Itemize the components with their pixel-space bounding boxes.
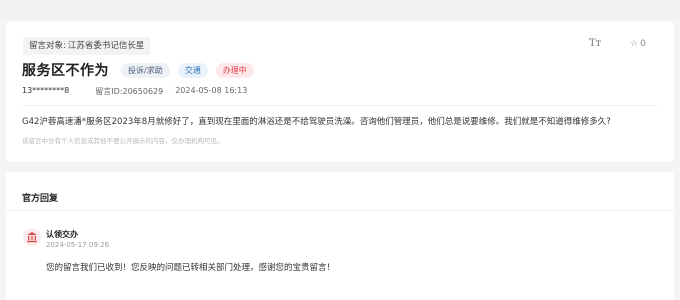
message-content: G42沪蓉高速潘*服务区2023年8月就修好了，直到现在里面的淋浴还是不给驾驶员… — [22, 117, 611, 127]
target-name: 江苏省委书记信长星 — [67, 41, 145, 51]
user-id: 13********8 — [22, 86, 70, 95]
message-title: 服务区不作为 — [22, 63, 109, 79]
star-icon: ☆ — [630, 39, 639, 49]
top-strip — [0, 0, 680, 20]
font-size-button[interactable]: Tт — [589, 38, 601, 49]
reply-card: 官方回复 认领交办 2024-05-17 09:26 您的留言我们已收到！您反映… — [6, 172, 674, 300]
reply-text: 您的留言我们已收到！您反映的问题已转相关部门处理，感谢您的宝贵留言！ — [46, 263, 336, 273]
title-row: 服务区不作为 投诉/求助 交通 办理中 — [22, 60, 262, 80]
message-date: 2024-05-08 16:13 — [175, 86, 248, 95]
message-id: 留言ID:20650629 — [95, 87, 164, 96]
reply-section-title: 官方回复 — [22, 194, 59, 204]
category-badge: 投诉/求助 — [121, 62, 170, 78]
font-size-icon: Tт — [589, 38, 602, 49]
star-button[interactable]: ☆ 0 — [630, 39, 646, 49]
privacy-notice: 该留言中含有个人信息或其他不便公开展示的内容，仅办理机构可见。 — [22, 137, 224, 145]
star-count: 0 — [640, 39, 646, 49]
target-tag[interactable]: 留言对象: 江苏省委书记信长星 — [23, 37, 151, 55]
reply-time: 2024-05-17 09:26 — [46, 241, 110, 249]
reply-divider — [6, 210, 674, 211]
message-card: 留言对象: 江苏省委书记信长星 Tт ☆ 0 服务区不作为 投诉/求助 交通 办… — [6, 22, 674, 162]
target-prefix: 留言对象: — [29, 41, 66, 51]
meta-row: 13********8 留言ID:20650629 2024-05-08 16:… — [22, 86, 265, 97]
government-building-icon — [23, 228, 41, 246]
status-badge: 办理中 — [215, 62, 254, 78]
divider — [22, 105, 658, 106]
topic-badge: 交通 — [177, 62, 208, 78]
reply-org-name: 认领交办 — [46, 230, 78, 239]
